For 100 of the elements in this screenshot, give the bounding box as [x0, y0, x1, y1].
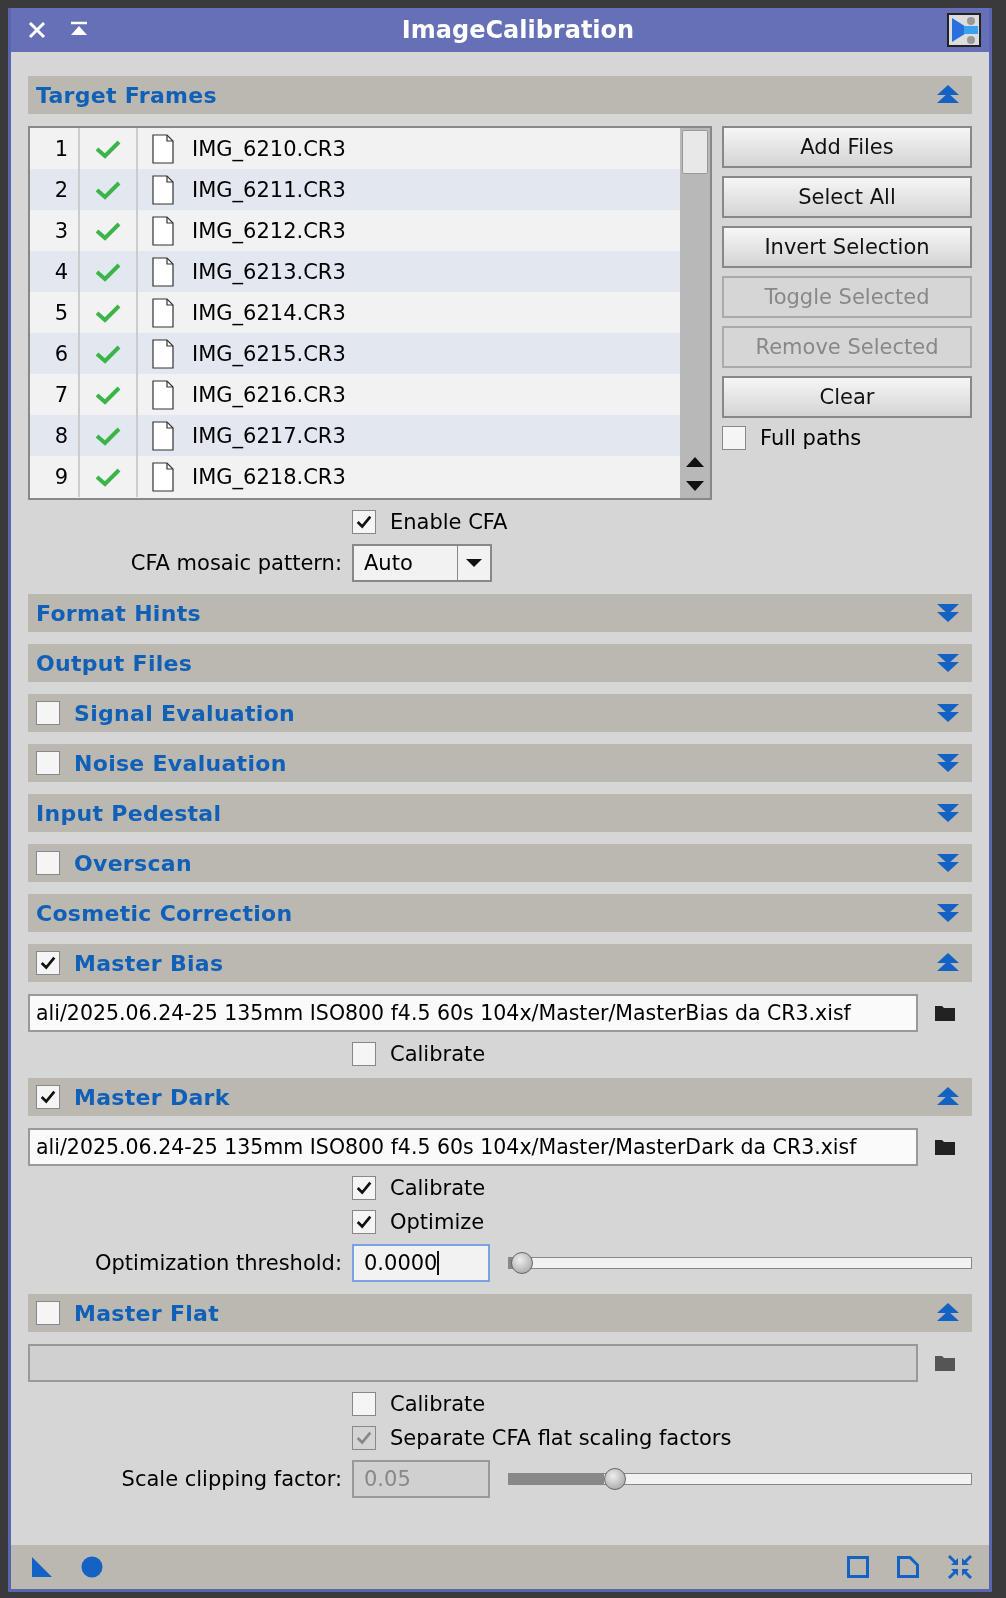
file-row[interactable]: 2 IMG_6211.CR3: [30, 169, 680, 210]
scrollbar[interactable]: [680, 128, 710, 498]
slider-handle[interactable]: [510, 1252, 533, 1274]
file-icon: [152, 379, 174, 410]
file-name: IMG_6210.CR3: [192, 136, 346, 161]
field-label: CFA mosaic pattern:: [129, 551, 342, 575]
file-path-field[interactable]: ali/2025.06.24-25 135mm ISO800 f4.5 60s 104x/Master/MasterDark da CR3.xisf: [28, 1128, 918, 1166]
caret-icon: [465, 558, 483, 568]
row-number: 2: [30, 169, 80, 210]
checkbox[interactable]: [36, 851, 60, 875]
file-icon: [152, 256, 174, 287]
circle-icon[interactable]: [81, 1556, 103, 1578]
checkbox[interactable]: [352, 1392, 376, 1416]
folder-icon[interactable]: [934, 1004, 956, 1022]
expand-icon[interactable]: [936, 902, 960, 924]
file-name: IMG_6213.CR3: [192, 259, 346, 284]
checkmark-icon: [39, 954, 57, 972]
value-field[interactable]: 0.0000: [352, 1244, 490, 1282]
slider-track[interactable]: [508, 1473, 972, 1485]
triangle-icon[interactable]: [31, 1556, 53, 1578]
file-path-field[interactable]: ali/2025.06.24-25 135mm ISO800 f4.5 60s 104x/Master/MasterBias da CR3.xisf: [28, 994, 918, 1032]
section-title: Master Bias: [74, 950, 224, 976]
checkbox-label: Full paths: [760, 426, 862, 450]
checkmark-icon[interactable]: [95, 261, 121, 282]
file-name: IMG_6217.CR3: [192, 423, 346, 448]
checkbox[interactable]: [352, 1042, 376, 1066]
file-name: IMG_6216.CR3: [192, 382, 346, 407]
scroll-thumb[interactable]: [682, 130, 708, 174]
checkmark-icon[interactable]: [95, 425, 121, 446]
section-title: Input Pedestal: [36, 800, 222, 826]
file-row[interactable]: 6 IMG_6215.CR3: [30, 333, 680, 374]
checkbox[interactable]: [36, 701, 60, 725]
checkbox[interactable]: [36, 751, 60, 775]
checkmark-icon[interactable]: [95, 466, 121, 487]
section-title: Format Hints: [36, 600, 201, 626]
close-icon[interactable]: [27, 20, 47, 40]
checkmark-icon[interactable]: [95, 179, 121, 200]
folder-icon[interactable]: [934, 1138, 956, 1156]
checkbox-label: Calibrate: [390, 1042, 486, 1066]
checkmark-icon[interactable]: [95, 220, 121, 241]
checkbox[interactable]: [36, 1301, 60, 1325]
checkbox-label: Enable CFA: [390, 510, 508, 534]
section-title: Cosmetic Correction: [36, 900, 293, 926]
expand-icon[interactable]: [936, 752, 960, 774]
process-icon[interactable]: [947, 13, 981, 47]
file-name: IMG_6215.CR3: [192, 341, 346, 366]
pattern-dropdown[interactable]: Auto: [352, 544, 492, 582]
expand-icon[interactable]: [936, 602, 960, 624]
scroll-down-icon[interactable]: [685, 480, 705, 492]
row-number: 8: [30, 415, 80, 456]
file-name: IMG_6212.CR3: [192, 218, 346, 243]
row-number: 4: [30, 251, 80, 292]
file-icon: [152, 215, 174, 246]
checkmark-icon[interactable]: [95, 138, 121, 159]
checkmark-icon: [355, 1179, 373, 1197]
scroll-up-icon[interactable]: [685, 456, 705, 468]
checkbox-label: Separate CFA flat scaling factors: [390, 1426, 732, 1450]
checkmark-icon[interactable]: [95, 302, 121, 323]
file-name: IMG_6218.CR3: [192, 464, 346, 489]
field-label: Optimization threshold:: [94, 1251, 342, 1275]
square-icon[interactable]: [847, 1556, 869, 1578]
folder-icon[interactable]: [934, 1354, 956, 1372]
file-icon: [152, 297, 174, 328]
section-title: Output Files: [36, 650, 193, 676]
action-button[interactable]: Invert Selection: [722, 226, 972, 268]
file-row[interactable]: 9 IMG_6218.CR3: [30, 456, 680, 497]
expand-icon[interactable]: [936, 702, 960, 724]
checkbox-label: Calibrate: [390, 1392, 486, 1416]
checkbox[interactable]: [352, 1176, 376, 1200]
collapse-icon[interactable]: [936, 84, 960, 106]
action-button[interactable]: Add Files: [722, 126, 972, 168]
checkmark-icon: [355, 1429, 373, 1447]
file-row[interactable]: 8 IMG_6217.CR3: [30, 415, 680, 456]
action-button[interactable]: Clear: [722, 376, 972, 418]
checkmark-icon[interactable]: [95, 343, 121, 364]
expand-icon[interactable]: [936, 852, 960, 874]
compress-icon[interactable]: [947, 1554, 973, 1580]
slider-track[interactable]: [508, 1257, 972, 1269]
file-icon: [152, 133, 174, 164]
expand-icon[interactable]: [936, 652, 960, 674]
collapse-icon[interactable]: [936, 1302, 960, 1324]
section-title: Noise Evaluation: [74, 750, 287, 776]
file-name: IMG_6211.CR3: [192, 177, 346, 202]
checkbox[interactable]: [352, 510, 376, 534]
expand-icon[interactable]: [936, 802, 960, 824]
checkbox[interactable]: [36, 951, 60, 975]
checkbox-label: Optimize: [390, 1210, 485, 1234]
file-row[interactable]: 4 IMG_6213.CR3: [30, 251, 680, 292]
checkbox[interactable]: [36, 1085, 60, 1109]
collapse-icon[interactable]: [936, 1086, 960, 1108]
document-icon[interactable]: [897, 1556, 919, 1578]
section-title: Master Dark: [74, 1084, 230, 1110]
checkbox[interactable]: [722, 426, 746, 450]
action-button[interactable]: Select All: [722, 176, 972, 218]
section-title: Signal Evaluation: [74, 700, 296, 726]
collapse-icon[interactable]: [936, 952, 960, 974]
checkmark-icon[interactable]: [95, 384, 121, 405]
section-title: Overscan: [74, 850, 192, 876]
checkmark-icon: [39, 1088, 57, 1106]
checkbox[interactable]: [352, 1210, 376, 1234]
